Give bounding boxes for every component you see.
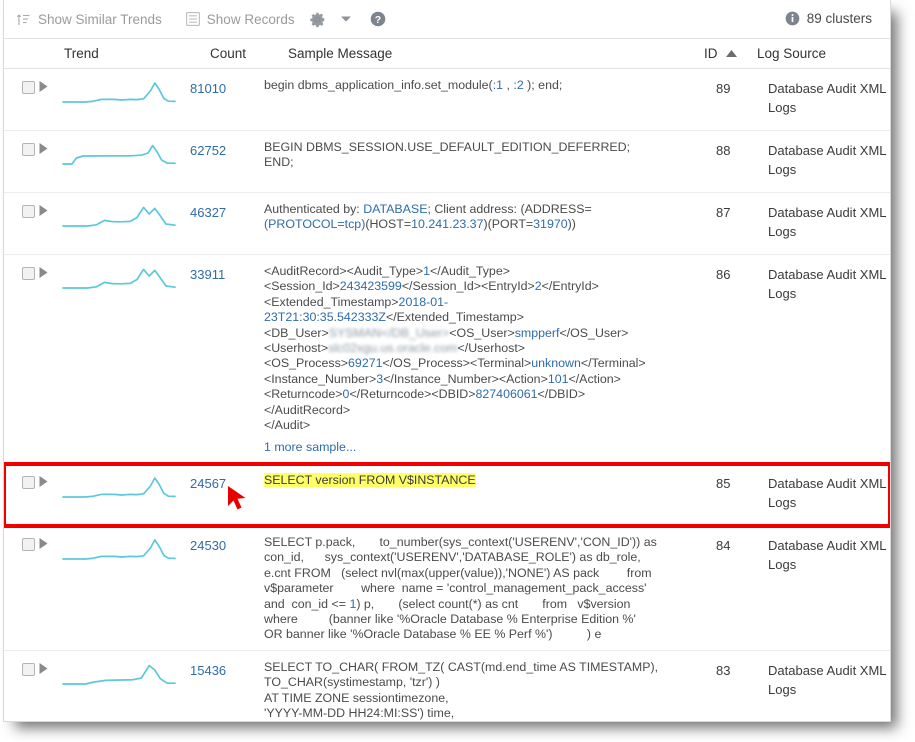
trend-sparkline[interactable] [60,473,190,518]
trend-sparkline[interactable] [60,140,190,185]
table-row[interactable]: 24567SELECT version FROM V$INSTANCE85Dat… [4,464,890,526]
toolbar: Show Similar Trends Show Records [4,0,890,39]
row-checkbox-cell [4,140,38,185]
count-value[interactable]: 33911 [190,264,264,456]
cluster-count-label: 89 clusters [807,11,872,26]
gear-icon [309,11,326,28]
mouse-cursor-icon [226,484,252,512]
help-button[interactable]: ? [370,11,386,27]
count-value[interactable]: 15436 [190,660,264,722]
row-checkbox[interactable] [22,81,35,94]
column-header-trend[interactable]: Trend [64,46,99,61]
row-checkbox[interactable] [22,143,35,156]
trend-sparkline[interactable] [60,264,190,456]
sort-ascending-icon [725,49,738,58]
show-similar-trends-label: Show Similar Trends [38,12,162,27]
settings-dropdown-button[interactable] [340,15,352,23]
row-checkbox-cell [4,202,38,247]
row-checkbox[interactable] [22,267,35,280]
row-checkbox[interactable] [22,663,35,676]
cluster-count: 89 clusters [785,11,872,26]
more-samples-link[interactable]: 1 more sample... [264,440,706,455]
trend-sparkline[interactable] [60,78,190,123]
table-column-headers: Trend Count Sample Message ID Log Source [4,39,890,69]
row-expand-toggle[interactable] [38,140,60,185]
trend-sparkline[interactable] [60,660,190,722]
trend-sparkline[interactable] [60,535,190,643]
cluster-id: 89 [716,78,768,123]
sample-message[interactable]: <AuditRecord><Audit_Type>1</Audit_Type> … [264,264,716,456]
table-row[interactable]: 33911<AuditRecord><Audit_Type>1</Audit_T… [4,255,890,464]
trend-sparkline[interactable] [60,202,190,247]
row-checkbox[interactable] [22,205,35,218]
log-source-value[interactable]: Database Audit XML Logs [768,660,890,722]
row-expand-toggle[interactable] [38,264,60,456]
svg-text:?: ? [374,14,380,26]
cluster-id: 88 [716,140,768,185]
table-row[interactable]: 15436SELECT TO_CHAR( FROM_TZ( CAST(md.en… [4,651,890,722]
log-source-value[interactable]: Database Audit XML Logs [768,473,890,518]
sample-message[interactable]: SELECT TO_CHAR( FROM_TZ( CAST(md.end_tim… [264,660,716,722]
log-clusters-panel: Show Similar Trends Show Records [3,0,891,722]
row-expand-toggle[interactable] [38,78,60,123]
row-checkbox-cell [4,473,38,518]
table-row[interactable]: 24530SELECT p.pack, to_number(sys_contex… [4,526,890,651]
count-value[interactable]: 81010 [190,78,264,123]
show-records-label: Show Records [207,12,295,27]
row-expand-toggle[interactable] [38,202,60,247]
table-row[interactable]: 62752BEGIN DBMS_SESSION.USE_DEFAULT_EDIT… [4,131,890,193]
row-checkbox-cell [4,264,38,456]
log-source-value[interactable]: Database Audit XML Logs [768,202,890,247]
similar-trends-icon [16,12,31,27]
log-source-value[interactable]: Database Audit XML Logs [768,140,890,185]
count-value[interactable]: 24530 [190,535,264,643]
count-value[interactable]: 24567 [190,473,264,518]
log-source-value[interactable]: Database Audit XML Logs [768,264,890,456]
cluster-id: 86 [716,264,768,456]
sample-message[interactable]: Authenticated by: DATABASE; Client addre… [264,202,716,247]
row-expand-toggle[interactable] [38,535,60,643]
column-header-count[interactable]: Count [210,46,246,61]
cluster-table-body: 81010begin dbms_application_info.set_mod… [4,69,890,722]
row-checkbox-cell [4,535,38,643]
settings-button[interactable] [309,11,326,28]
table-row[interactable]: 81010begin dbms_application_info.set_mod… [4,69,890,131]
sample-message[interactable]: BEGIN DBMS_SESSION.USE_DEFAULT_EDITION_D… [264,140,716,185]
row-checkbox-cell [4,660,38,722]
show-similar-trends-button[interactable]: Show Similar Trends [16,12,162,27]
show-records-button[interactable]: Show Records [186,12,295,27]
row-expand-toggle[interactable] [38,473,60,518]
table-row[interactable]: 46327Authenticated by: DATABASE; Client … [4,193,890,255]
column-header-id[interactable]: ID [704,46,738,61]
row-expand-toggle[interactable] [38,660,60,722]
row-checkbox[interactable] [22,538,35,551]
count-value[interactable]: 46327 [190,202,264,247]
info-icon[interactable] [785,11,800,26]
cluster-id: 87 [716,202,768,247]
log-source-value[interactable]: Database Audit XML Logs [768,78,890,123]
column-header-sample-message[interactable]: Sample Message [288,46,392,61]
records-list-icon [186,12,200,26]
sample-message[interactable]: begin dbms_application_info.set_module(:… [264,78,716,123]
cluster-id: 83 [716,660,768,722]
sample-message[interactable]: SELECT p.pack, to_number(sys_context('US… [264,535,716,643]
column-header-id-label: ID [704,46,718,61]
row-checkbox-cell [4,78,38,123]
row-checkbox[interactable] [22,476,35,489]
screenshot-root: Show Similar Trends Show Records [0,0,915,742]
column-header-log-source[interactable]: Log Source [757,46,826,61]
sample-message[interactable]: SELECT version FROM V$INSTANCE [264,473,716,518]
help-icon: ? [370,11,386,27]
cluster-id: 85 [716,473,768,518]
chevron-down-icon [340,15,352,23]
log-source-value[interactable]: Database Audit XML Logs [768,535,890,643]
cluster-id: 84 [716,535,768,643]
count-value[interactable]: 62752 [190,140,264,185]
